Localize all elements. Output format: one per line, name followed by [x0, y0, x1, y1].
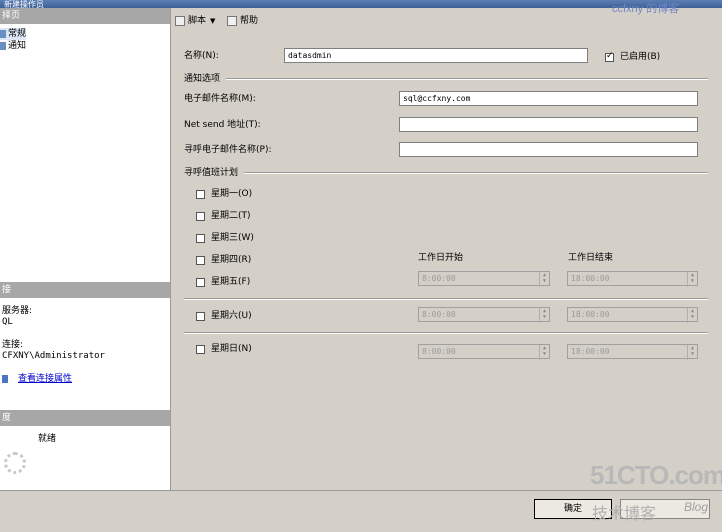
script-icon: [175, 16, 185, 26]
time-value: 8:00:00: [422, 310, 456, 319]
netsend-label: Net send 地址(T):: [184, 120, 261, 130]
page-icon: [0, 42, 6, 50]
thursday-checkbox[interactable]: [196, 256, 205, 265]
help-button[interactable]: 帮助: [227, 14, 258, 28]
enabled-label: 已启用(B): [620, 52, 661, 62]
script-button[interactable]: 脚本 ▼: [175, 14, 215, 28]
window-title: 新建操作员: [4, 0, 44, 9]
time-spinner[interactable]: ▲ ▼: [539, 345, 549, 360]
time-value: 8:00:00: [422, 274, 456, 283]
divider: [184, 298, 708, 300]
tree-item-notifications[interactable]: 通知: [0, 40, 26, 52]
email-label: 电子邮件名称(M):: [184, 94, 256, 104]
watermark-blog: Blog: [684, 500, 709, 514]
schedule-section-header: 寻呼值班计划: [184, 167, 708, 179]
script-label: 脚本: [188, 16, 207, 26]
progress-header: 度: [0, 410, 170, 426]
wednesday-label: 星期三(W): [211, 233, 254, 243]
saturday-end-time[interactable]: 18:00:00 ▲ ▼: [567, 307, 698, 323]
time-spinner[interactable]: ▲ ▼: [687, 272, 697, 287]
help-label: 帮助: [240, 16, 259, 26]
email-input[interactable]: sql@ccfxny.com: [399, 91, 698, 106]
netsend-input[interactable]: [399, 117, 698, 132]
thursday-label: 星期四(R): [211, 255, 252, 265]
watermark-cn: 技术博客: [592, 506, 657, 523]
workday-end-label: 工作日结束: [568, 253, 614, 263]
time-spinner[interactable]: ▲ ▼: [687, 308, 697, 323]
monday-checkbox[interactable]: [196, 190, 205, 199]
select-page-header: 择页: [0, 8, 170, 24]
friday-label: 星期五(F): [211, 277, 251, 287]
tree-item-label: 常规: [8, 29, 27, 39]
view-connection-properties[interactable]: 查看连接属性: [2, 373, 72, 385]
tuesday-checkbox[interactable]: [196, 212, 205, 221]
properties-icon: [2, 375, 8, 383]
pager-input[interactable]: [399, 142, 698, 157]
time-spinner[interactable]: ▲ ▼: [539, 272, 549, 287]
name-input[interactable]: datasdmin: [284, 48, 588, 63]
page-icon: [0, 30, 6, 38]
sunday-start-time[interactable]: 8:00:00 ▲ ▼: [418, 344, 550, 360]
friday-checkbox[interactable]: [196, 278, 205, 287]
connection-header: 接: [0, 282, 170, 298]
schedule-section-title: 寻呼值班计划: [184, 168, 239, 178]
time-value: 18:00:00: [571, 274, 610, 283]
server-value: QL: [2, 317, 13, 327]
sunday-checkbox[interactable]: [196, 345, 205, 354]
notify-section-title: 通知选项: [184, 74, 221, 84]
chevron-down-icon: ▼: [210, 17, 216, 25]
workday-start-label: 工作日开始: [418, 253, 464, 263]
watermark-logo: 51CTO.com: [590, 460, 722, 490]
weekday-end-time[interactable]: 18:00:00 ▲ ▼: [567, 271, 698, 287]
main-panel: 脚本 ▼ 帮助 名称(N): datasdmin 已启用(B) 通知选项 电子邮…: [171, 8, 722, 490]
divider: [184, 332, 708, 334]
name-label: 名称(N):: [184, 51, 219, 61]
time-value: 18:00:00: [571, 347, 610, 356]
pager-label: 寻呼电子邮件名称(P):: [184, 145, 272, 155]
notify-section-header: 通知选项: [184, 73, 708, 85]
view-connection-properties-link: 查看连接属性: [18, 374, 73, 384]
sunday-end-time[interactable]: 18:00:00 ▲ ▼: [567, 344, 698, 360]
progress-spinner-icon: [4, 452, 26, 474]
wednesday-checkbox[interactable]: [196, 234, 205, 243]
progress-status: 就绪: [38, 434, 57, 444]
weekday-start-time[interactable]: 8:00:00 ▲ ▼: [418, 271, 550, 287]
time-spinner[interactable]: ▲ ▼: [687, 345, 697, 360]
time-value: 18:00:00: [571, 310, 610, 319]
tree-item-general[interactable]: 常规: [0, 28, 27, 40]
connection-value: CFXNY\Administrator: [2, 351, 105, 361]
sunday-label: 星期日(N): [211, 344, 252, 354]
monday-label: 星期一(O): [211, 189, 253, 199]
watermark-top: ccfxny 的博客: [612, 3, 680, 15]
saturday-start-time[interactable]: 8:00:00 ▲ ▼: [418, 307, 550, 323]
tree-item-label: 通知: [8, 41, 27, 51]
enabled-checkbox[interactable]: [605, 51, 614, 62]
tuesday-label: 星期二(T): [211, 211, 251, 221]
saturday-label: 星期六(U): [211, 311, 252, 321]
saturday-checkbox[interactable]: [196, 312, 205, 321]
left-panel: 择页 常规 通知 接 服务器: QL 连接: CFXNY\Administrat…: [0, 8, 171, 490]
time-spinner[interactable]: ▲ ▼: [539, 308, 549, 323]
help-icon: [227, 16, 237, 26]
time-value: 8:00:00: [422, 347, 456, 356]
